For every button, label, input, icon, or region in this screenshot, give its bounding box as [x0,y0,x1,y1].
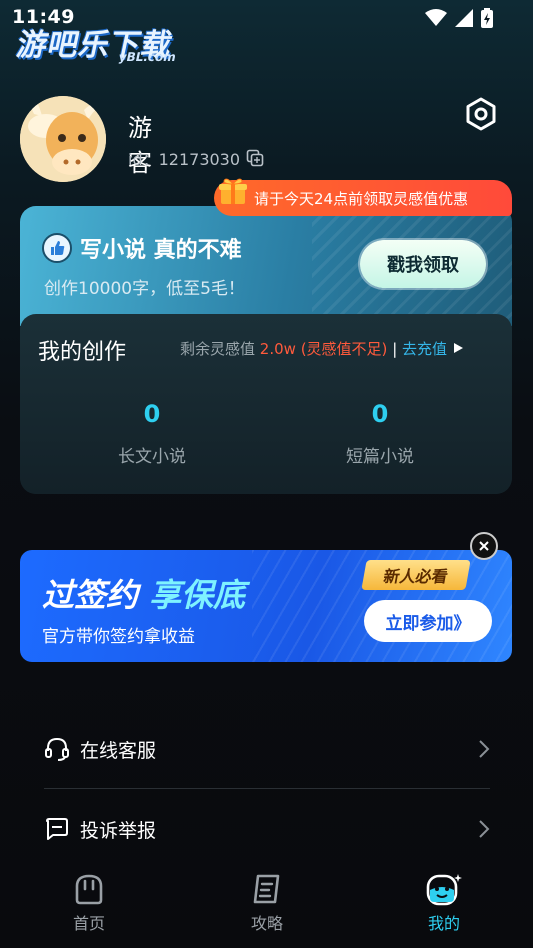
tab-home[interactable]: 首页 [44,872,134,934]
banner-title: 过签约 享保底 [42,570,245,616]
banner-title-b: 享保底 [149,576,246,614]
banner-title-a: 过签约 [42,576,139,614]
short-novel-stat[interactable]: 0 短篇小说 [305,400,455,467]
home-icon [75,874,103,905]
chevron-right-icon [479,820,490,838]
recharge-link[interactable]: 去充值 [402,340,447,358]
remaining-value: 2.0w (灵感值不足) [259,340,388,358]
long-novel-stat[interactable]: 0 长文小说 [77,400,227,467]
headset-icon [45,737,69,761]
creation-card: 写小说 真的不难 创作10000字，低至5毛！ 戳我领取 我的创作 剩余灵感值 … [20,206,512,494]
tab-guides-label: 攻略 [250,914,283,933]
smiley-face-icon [426,874,462,906]
long-novel-count: 0 [143,400,161,428]
tab-home-label: 首页 [72,914,105,933]
wifi-icon [425,9,447,26]
write-novel-title-text: 写小说 真的不难 [80,238,242,263]
separator: | [392,340,398,358]
system-icons [425,8,493,28]
menu-item-report[interactable]: 投诉举报 [44,801,490,857]
bottom-tab-bar: 首页 攻略 我的 [0,864,533,948]
remaining-label: 剩余灵感值 [180,340,256,358]
tab-guides[interactable]: 攻略 [222,872,312,934]
guide-book-icon [253,874,280,904]
long-novel-label: 长文小说 [118,447,186,467]
remaining-inspiration: 剩余灵感值 2.0w (灵感值不足) | 去充值 [180,338,464,359]
promo-tag-text: 请于今天24点前领取灵感值优惠 [254,189,469,208]
write-novel-subtitle: 创作10000字，低至5毛！ [44,279,245,299]
newbie-badge: 新人必看 [361,560,471,590]
chat-report-icon [46,818,68,840]
menu-divider [44,788,490,789]
user-id: id：12173030 [128,146,264,170]
short-novel-count: 0 [371,400,389,428]
write-novel-title: 写小说 真的不难 [42,232,242,264]
menu-item-label: 投诉举报 [80,819,157,842]
banner-subtitle: 官方带你签约拿收益 [42,627,195,647]
tab-mine[interactable]: 我的 [399,872,489,934]
promo-tag[interactable]: 请于今天24点前领取灵感值优惠 [214,178,512,216]
tab-mine-label: 我的 [427,914,460,933]
short-novel-label: 短篇小说 [346,447,414,467]
my-works-title: 我的创作 [38,340,127,365]
my-works-panel: 我的创作 剩余灵感值 2.0w (灵感值不足) | 去充值 0 长文小说 0 短… [20,314,512,494]
sign-contract-banner[interactable]: 过签约 享保底 官方带你签约拿收益 新人必看 立即参加》 [20,550,512,662]
claim-button[interactable]: 戳我领取 [360,240,486,288]
avatar[interactable] [20,96,106,182]
signal-icon [455,9,473,27]
gift-icon [219,178,247,204]
watermark-logo: 游吧乐下载 yBL.com [13,20,178,64]
close-icon [479,541,489,551]
user-id-text: id：12173030 [128,150,241,169]
watermark-domain: yBL.com [117,50,178,64]
play-arrow-icon[interactable] [452,342,464,354]
banner-close-button[interactable] [470,532,498,560]
menu-item-label: 在线客服 [80,739,157,762]
copy-icon[interactable] [246,149,264,167]
cow-avatar-icon [20,96,106,182]
status-bar: 11:49 游吧乐下载 yBL.com [0,0,533,64]
battery-icon [481,8,493,28]
menu-item-customer-service[interactable]: 在线客服 [44,721,490,777]
write-novel-panel: 写小说 真的不难 创作10000字，低至5毛！ 戳我领取 [20,206,512,326]
chevron-right-icon [479,740,490,758]
thumbs-up-icon [42,233,72,263]
join-now-button[interactable]: 立即参加》 [364,600,492,642]
settings-hexagon-icon[interactable] [464,97,498,131]
